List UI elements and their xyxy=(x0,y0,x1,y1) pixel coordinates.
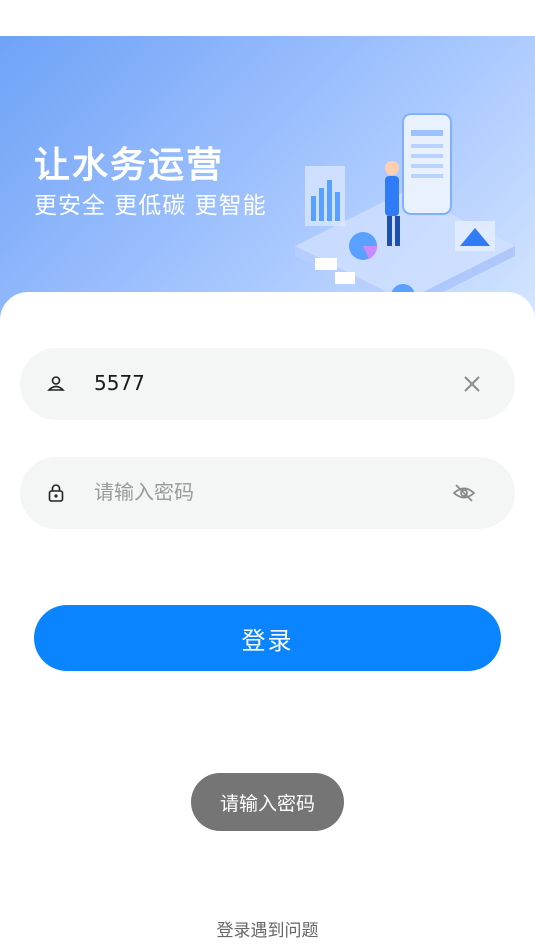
hero-banner: 让水务运营 更安全 更低碳 更智能 xyxy=(0,36,535,326)
password-field[interactable] xyxy=(20,457,515,529)
status-bar xyxy=(0,0,535,36)
eye-off-icon[interactable] xyxy=(452,481,476,505)
hero-illustration xyxy=(295,113,515,306)
username-input[interactable] xyxy=(92,362,446,404)
hero-title: 让水务运营 xyxy=(34,145,225,186)
hero-subtitle: 更安全 更低碳 更智能 xyxy=(34,193,267,219)
clear-icon[interactable] xyxy=(460,372,484,396)
user-icon xyxy=(47,376,65,391)
login-button[interactable]: 登录 xyxy=(34,605,501,671)
login-help-link[interactable]: 登录遇到问题 xyxy=(0,916,535,941)
username-field[interactable] xyxy=(20,348,515,420)
toast-message: 请输入密码 xyxy=(191,773,344,831)
lock-icon xyxy=(48,484,64,502)
password-input[interactable] xyxy=(92,471,446,513)
